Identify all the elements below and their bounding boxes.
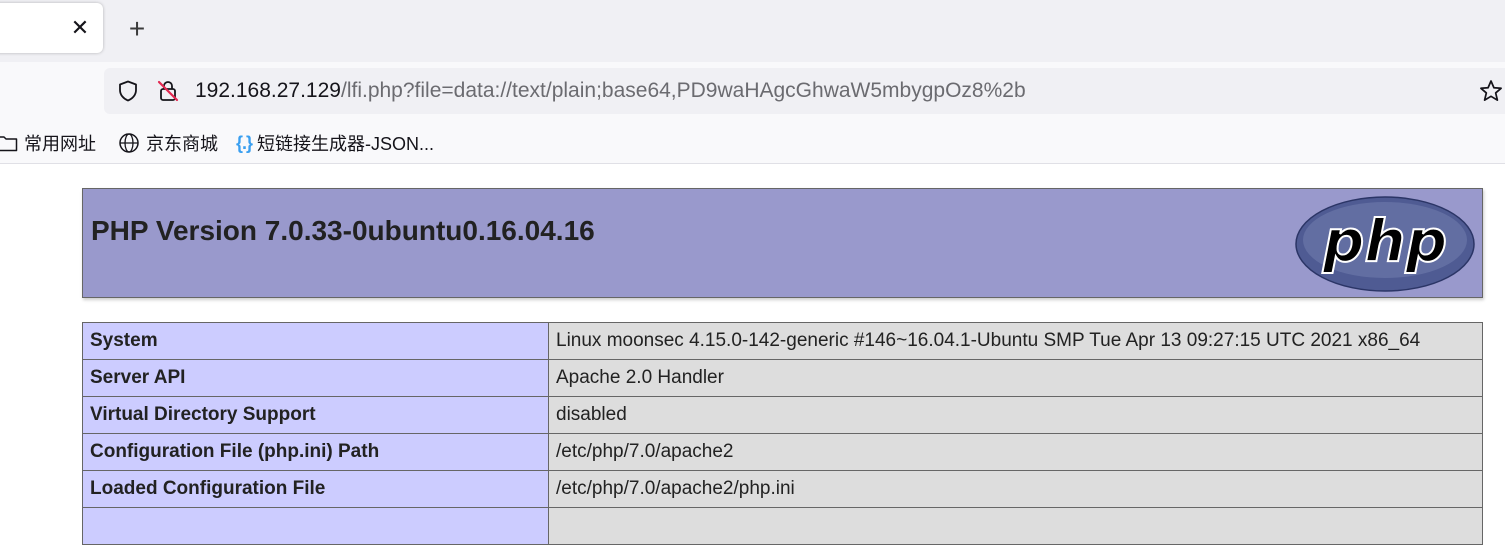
bookmark-label: 京东商城: [146, 134, 218, 154]
new-tab-button[interactable]: +: [122, 14, 152, 44]
table-row: Configuration File (php.ini) Path /etc/p…: [82, 433, 1483, 471]
bookmark-folder-common-sites[interactable]: 常用网址: [0, 130, 96, 156]
star-icon[interactable]: [1478, 78, 1504, 104]
bookmark-label: 短链接生成器-JSON...: [257, 134, 435, 154]
tab-strip: ✕ +: [0, 0, 1505, 62]
navigation-bar: 192.168.27.129/lfi.php?file=data://text/…: [0, 62, 1505, 122]
close-tab-icon[interactable]: ✕: [67, 15, 93, 41]
php-logo[interactable]: php: [1294, 195, 1476, 293]
row-key: [82, 507, 549, 545]
page-title: PHP Version 7.0.33-0ubuntu0.16.04.16: [91, 215, 595, 246]
table-row: Loaded Configuration File /etc/php/7.0/a…: [82, 470, 1483, 508]
shield-icon[interactable]: [116, 79, 140, 103]
url-bar[interactable]: 192.168.27.129/lfi.php?file=data://text/…: [104, 68, 1505, 114]
table-row: Server API Apache 2.0 Handler: [82, 359, 1483, 397]
json-braces-icon: {.}: [236, 132, 253, 153]
row-key: Loaded Configuration File: [82, 470, 549, 508]
row-value: /etc/php/7.0/apache2: [548, 433, 1483, 471]
bookmarks-toolbar: 常用网址 京东商城 {.} 短链接生成器-JSON...: [0, 122, 1505, 164]
insecure-lock-icon[interactable]: [156, 79, 180, 103]
row-value: [548, 507, 1483, 545]
bookmark-short-link-generator[interactable]: {.} 短链接生成器-JSON...: [236, 130, 434, 156]
row-value: /etc/php/7.0/apache2/php.ini: [548, 470, 1483, 508]
folder-icon: [0, 136, 18, 152]
row-value: Apache 2.0 Handler: [548, 359, 1483, 397]
table-row: System Linux moonsec 4.15.0-142-generic …: [82, 322, 1483, 360]
active-tab[interactable]: ✕: [0, 3, 103, 53]
row-key: System: [82, 322, 549, 360]
row-value: Linux moonsec 4.15.0-142-generic #146~16…: [548, 322, 1483, 360]
table-row: Virtual Directory Support disabled: [82, 396, 1483, 434]
php-version-header: PHP Version 7.0.33-0ubuntu0.16.04.16 php: [82, 188, 1483, 298]
bookmark-label: 常用网址: [24, 134, 96, 154]
row-key: Virtual Directory Support: [82, 396, 549, 434]
url-text[interactable]: 192.168.27.129/lfi.php?file=data://text/…: [195, 79, 1026, 103]
bookmark-jd[interactable]: 京东商城: [118, 130, 218, 156]
globe-icon: [119, 133, 139, 153]
url-host: 192.168.27.129: [195, 79, 341, 102]
row-key: Server API: [82, 359, 549, 397]
row-key: Configuration File (php.ini) Path: [82, 433, 549, 471]
table-row: [82, 507, 1483, 545]
url-path: /lfi.php?file=data://text/plain;base64,P…: [340, 79, 1026, 102]
php-logo-text: php: [1322, 207, 1447, 275]
row-value: disabled: [548, 396, 1483, 434]
